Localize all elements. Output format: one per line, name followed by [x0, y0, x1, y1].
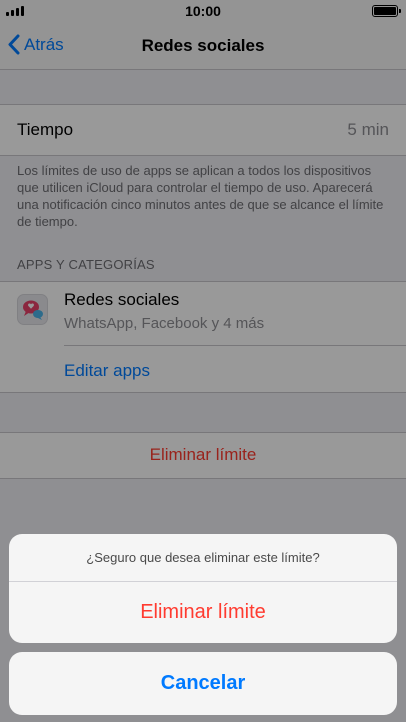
cancel-button[interactable]: Cancelar — [9, 652, 397, 715]
confirm-remove-limit-button[interactable]: Eliminar límite — [9, 582, 397, 643]
action-sheet: ¿Seguro que desea eliminar este límite? … — [9, 534, 397, 643]
action-sheet-message: ¿Seguro que desea eliminar este límite? — [86, 550, 320, 565]
cancel-sheet: Cancelar — [9, 652, 397, 715]
